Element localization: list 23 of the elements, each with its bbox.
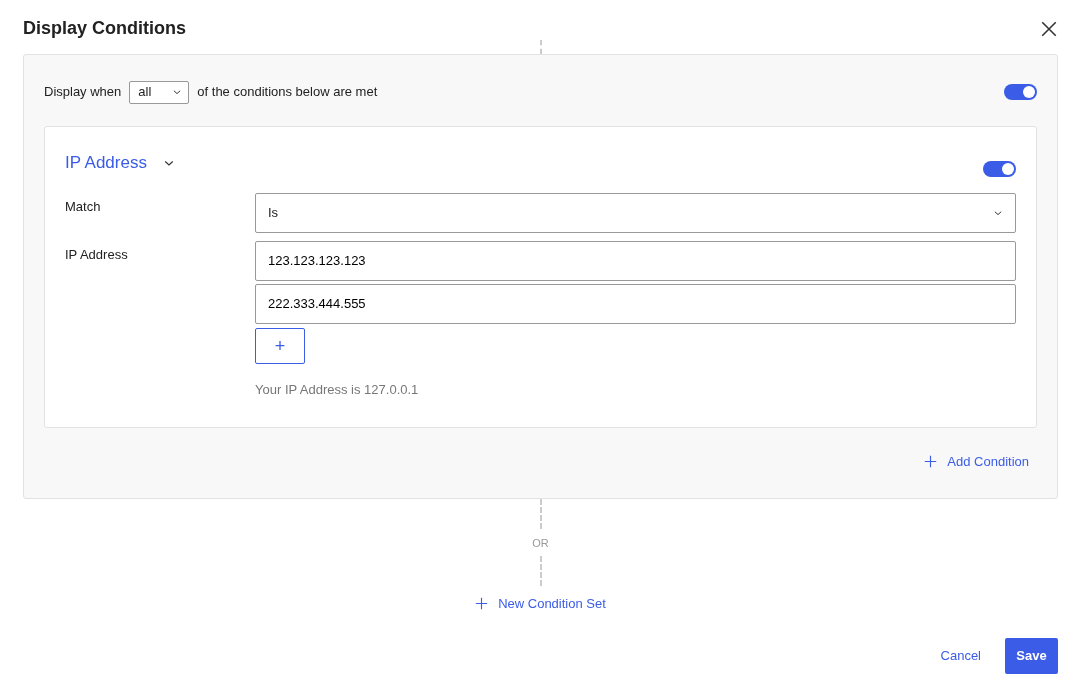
ip-input-field[interactable]: 123.123.123.123 xyxy=(255,240,1016,281)
field-label: IP Address xyxy=(65,245,129,264)
close-icon xyxy=(1040,19,1058,38)
quantifier-select[interactable]: all xyxy=(129,80,190,104)
plus-icon xyxy=(475,597,489,611)
close-button[interactable] xyxy=(1040,19,1058,38)
add-ip-button[interactable]: + xyxy=(255,327,305,364)
ip-hint: Your IP Address is 127.0.0.1 xyxy=(255,380,420,399)
add-condition-link[interactable]: Add Condition xyxy=(924,452,1029,472)
cancel-button[interactable]: Cancel xyxy=(940,645,981,666)
conditions-label: of the conditions below are met xyxy=(197,83,378,102)
dialog-title: Display Conditions xyxy=(23,18,186,40)
field-label: Match xyxy=(65,197,102,216)
plus-icon xyxy=(924,455,938,469)
condition-title[interactable]: IP Address xyxy=(65,149,175,176)
save-button[interactable]: Save xyxy=(1005,637,1058,674)
ip-input-field[interactable]: 222.333.444.555 xyxy=(255,283,1016,324)
or-separator: OR xyxy=(532,536,549,549)
display-when-label: Display when xyxy=(44,83,122,102)
match-select[interactable]: Is xyxy=(255,192,1016,233)
toggle-switch[interactable] xyxy=(983,160,1016,177)
new-condition-set-link[interactable]: New Condition Set xyxy=(475,594,606,614)
toggle-switch[interactable] xyxy=(1004,84,1037,101)
